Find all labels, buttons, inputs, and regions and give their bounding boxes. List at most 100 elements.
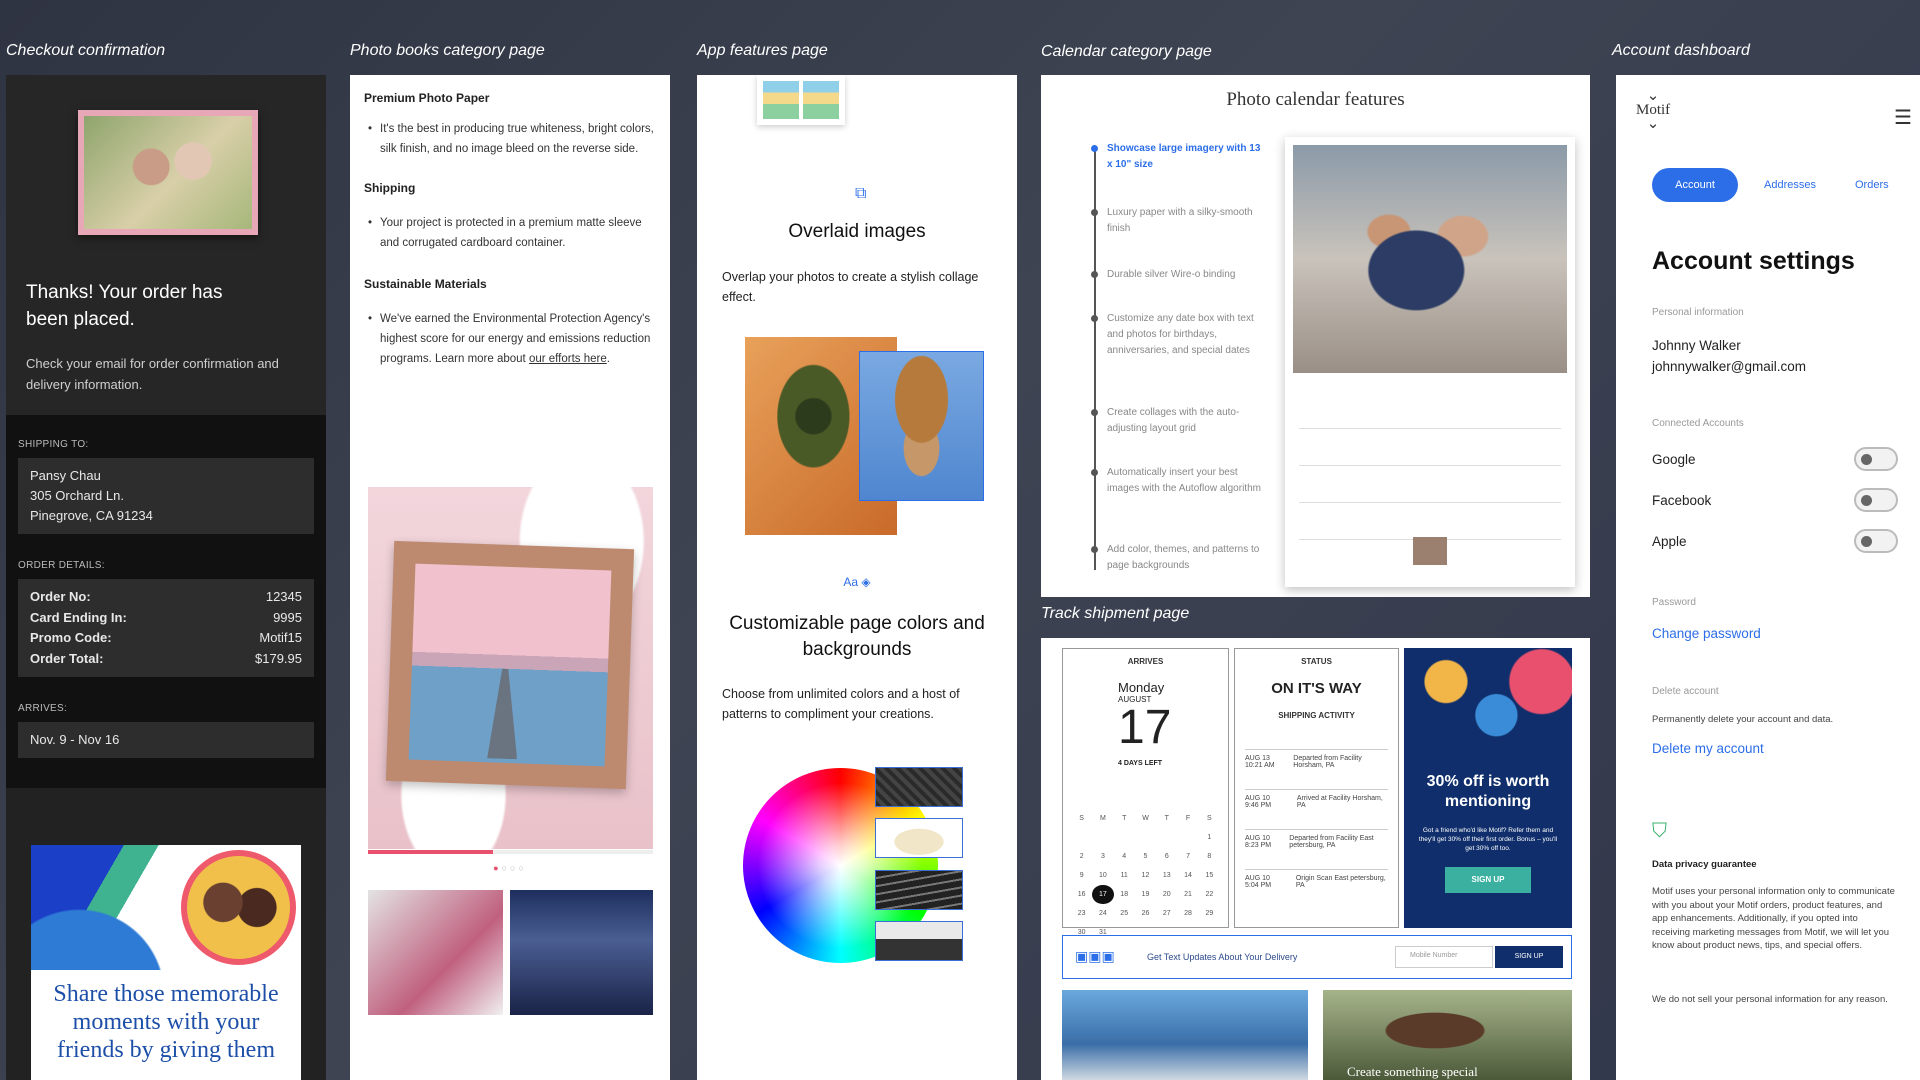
calendar-day: 14 [1184, 872, 1192, 879]
calendar-day: 4 [1122, 853, 1127, 860]
calendar-day: 18 [1120, 891, 1129, 898]
deal-title: 30% off is worth mentioning [1426, 773, 1550, 810]
order-row: Order No: 12345 [30, 589, 302, 604]
arrival-date: 17 [1118, 701, 1172, 754]
calendar-day: 5 [1143, 853, 1148, 860]
password-label: Password [1652, 597, 1696, 608]
deal-text: Got a friend who'd like Motif? Refer the… [1418, 827, 1558, 852]
mobile-number-input[interactable]: Mobile Number [1395, 946, 1493, 968]
feature-item[interactable]: Customize any date box with text and pho… [1091, 311, 1267, 359]
tab-account[interactable]: Account [1652, 168, 1738, 202]
feature-overlaid-text: Overlap your photos to create a stylish … [722, 270, 979, 304]
section-title: Sustainable Materials [364, 277, 487, 291]
feature-item[interactable]: Luxury paper with a silky-smooth finish [1091, 205, 1267, 237]
feature-item[interactable]: Durable silver Wire-o binding [1091, 267, 1267, 283]
privacy-text-2: We do not sell your personal information… [1652, 994, 1888, 1005]
account-panel: ⌄ Motif ⌄ ☰ Account Addresses Orders Accou… [1616, 75, 1920, 1080]
feature-colors-text: Choose from unlimited colors and a host … [722, 687, 960, 721]
feature-item[interactable]: Add color, themes, and patterns to page … [1091, 542, 1267, 574]
connected-apple-label: Apple [1652, 534, 1687, 549]
change-password-link[interactable]: Change password [1652, 626, 1761, 641]
calendar-day: 7 [1186, 853, 1191, 860]
pattern-swatch[interactable] [875, 921, 963, 961]
layers-icon: ⧉ [855, 185, 867, 202]
calendar-day: 12 [1141, 872, 1150, 879]
shipping-event: AUG 10 9:46 PM Arrived at Facility Horsha… [1245, 789, 1388, 809]
calendar-day: 25 [1120, 910, 1129, 917]
calendar-day: 9 [1079, 872, 1084, 879]
calendar-day: 24 [1099, 910, 1107, 917]
efforts-link[interactable]: our efforts here [529, 353, 607, 365]
address-street: 305 Orchard Ln. [30, 488, 124, 503]
feature-colors-title: Customizable page colors and backgrounds [729, 613, 985, 660]
fishing-photo [1062, 990, 1308, 1080]
shipping-event: AUG 13 10:21 AM Departed from Facility Ho… [1245, 749, 1388, 769]
track-shipment-panel: ARRIVES Monday AUGUST 17 4 DAYS LEFT SMT… [1041, 638, 1590, 1080]
shipping-block: SHIPPING TO: Pansy Chau 305 Orchard Ln. … [6, 415, 326, 788]
page-title: Account settings [1652, 247, 1855, 275]
order-row: Card Ending In: 9995 [30, 609, 302, 625]
share-promo-card[interactable]: Share those memorable moments with your … [31, 845, 301, 1080]
weekday-label: W [1142, 815, 1149, 822]
user-name: Johnny Walker [1652, 338, 1741, 353]
thumbnail-box-book[interactable] [510, 890, 653, 1015]
arrives-range: Nov. 9 - Nov 16 [18, 722, 314, 758]
status-value: ON IT'S WAY [1271, 680, 1362, 697]
tab-addresses[interactable]: Addresses [1764, 179, 1816, 191]
text-paint-icon: Aa ◈ [843, 575, 871, 589]
calendar-day [1114, 828, 1135, 847]
calendar-day: 1 [1207, 834, 1212, 841]
status-label: STATUS [1301, 657, 1332, 666]
calendar-title: Photo calendar features [1226, 89, 1405, 110]
calendar-day: 11 [1120, 872, 1128, 879]
feature-item[interactable]: Create collages with the auto-adjusting … [1091, 405, 1267, 437]
shipping-event: AUG 10 8:23 PM Departed from Facility Eas… [1245, 829, 1388, 849]
order-row: Promo Code: Motif15 [30, 630, 302, 645]
weekday-label: T [1164, 815, 1169, 822]
calendar-day: 16 [1077, 891, 1086, 898]
pattern-swatch[interactable] [875, 767, 963, 807]
photo-books-panel: Premium Photo Paper It's the best in pro… [350, 75, 670, 1080]
feature-item[interactable]: Automatically insert your best images wi… [1091, 465, 1267, 497]
calendar-mockup [1285, 137, 1575, 587]
carousel-dots[interactable]: ●○○○ [350, 863, 670, 873]
delete-account-link[interactable]: Delete my account [1652, 741, 1764, 756]
calendar-day: 2 [1079, 853, 1084, 860]
hamburger-menu-icon[interactable]: ☰ [1894, 105, 1912, 130]
confirmation-subtext: Check your email for order confirmation … [26, 356, 279, 392]
deal-signup-button[interactable]: SIGN UP [1445, 867, 1531, 893]
calendar-day: 20 [1162, 891, 1171, 898]
caption-calendar: Calendar category page [1041, 43, 1212, 60]
connected-facebook-label: Facebook [1652, 493, 1712, 508]
sms-signup-button[interactable]: SIGN UP [1495, 946, 1563, 968]
apple-toggle[interactable] [1854, 529, 1898, 553]
calendar-day: 27 [1162, 910, 1171, 917]
activity-label: SHIPPING ACTIVITY [1278, 711, 1355, 720]
pattern-swatch[interactable] [875, 818, 963, 858]
mini-calendar: S M T W T F S 1 2 3 4 5 6 7 8 9 10 11 12 13 14 15 16 17 18 19 20 21… [1071, 809, 1220, 942]
feature-item[interactable]: Showcase large imagery with 13 x 10" siz… [1091, 141, 1267, 173]
friends-avatars [1404, 648, 1572, 760]
weekday-label: F [1185, 815, 1191, 822]
google-toggle[interactable] [1854, 447, 1898, 471]
pattern-swatch[interactable] [875, 870, 963, 910]
portrait-photo: Create something special [1323, 990, 1572, 1080]
calendar-day [1156, 828, 1177, 847]
promo-text: Share those memorable moments with your … [53, 981, 279, 1063]
motif-logo[interactable]: ⌄ Motif ⌄ [1636, 89, 1670, 132]
shipping-event: AUG 10 5:04 PM Origin Scan East petersbur… [1245, 869, 1388, 889]
calendar-day: 22 [1205, 891, 1214, 898]
privacy-text: Motif uses your personal information onl… [1652, 886, 1895, 951]
calendar-day: 8 [1207, 853, 1212, 860]
user-email: johnnywalker@gmail.com [1652, 359, 1807, 374]
tab-orders[interactable]: Orders [1855, 179, 1889, 191]
calendar-day: 29 [1205, 910, 1214, 917]
bottom-caption: Create something special [1347, 1064, 1478, 1079]
app-features-panel: ⧉ Overlaid images Overlap your photos to… [697, 75, 1017, 1080]
address-city: Pinegrove, CA 91234 [30, 508, 153, 523]
section-title: Shipping [364, 181, 416, 195]
thumbnail-woman-book[interactable] [368, 890, 503, 1015]
facebook-toggle[interactable] [1854, 488, 1898, 512]
address-name: Pansy Chau [30, 468, 101, 483]
connected-accounts-label: Connected Accounts [1652, 418, 1744, 429]
